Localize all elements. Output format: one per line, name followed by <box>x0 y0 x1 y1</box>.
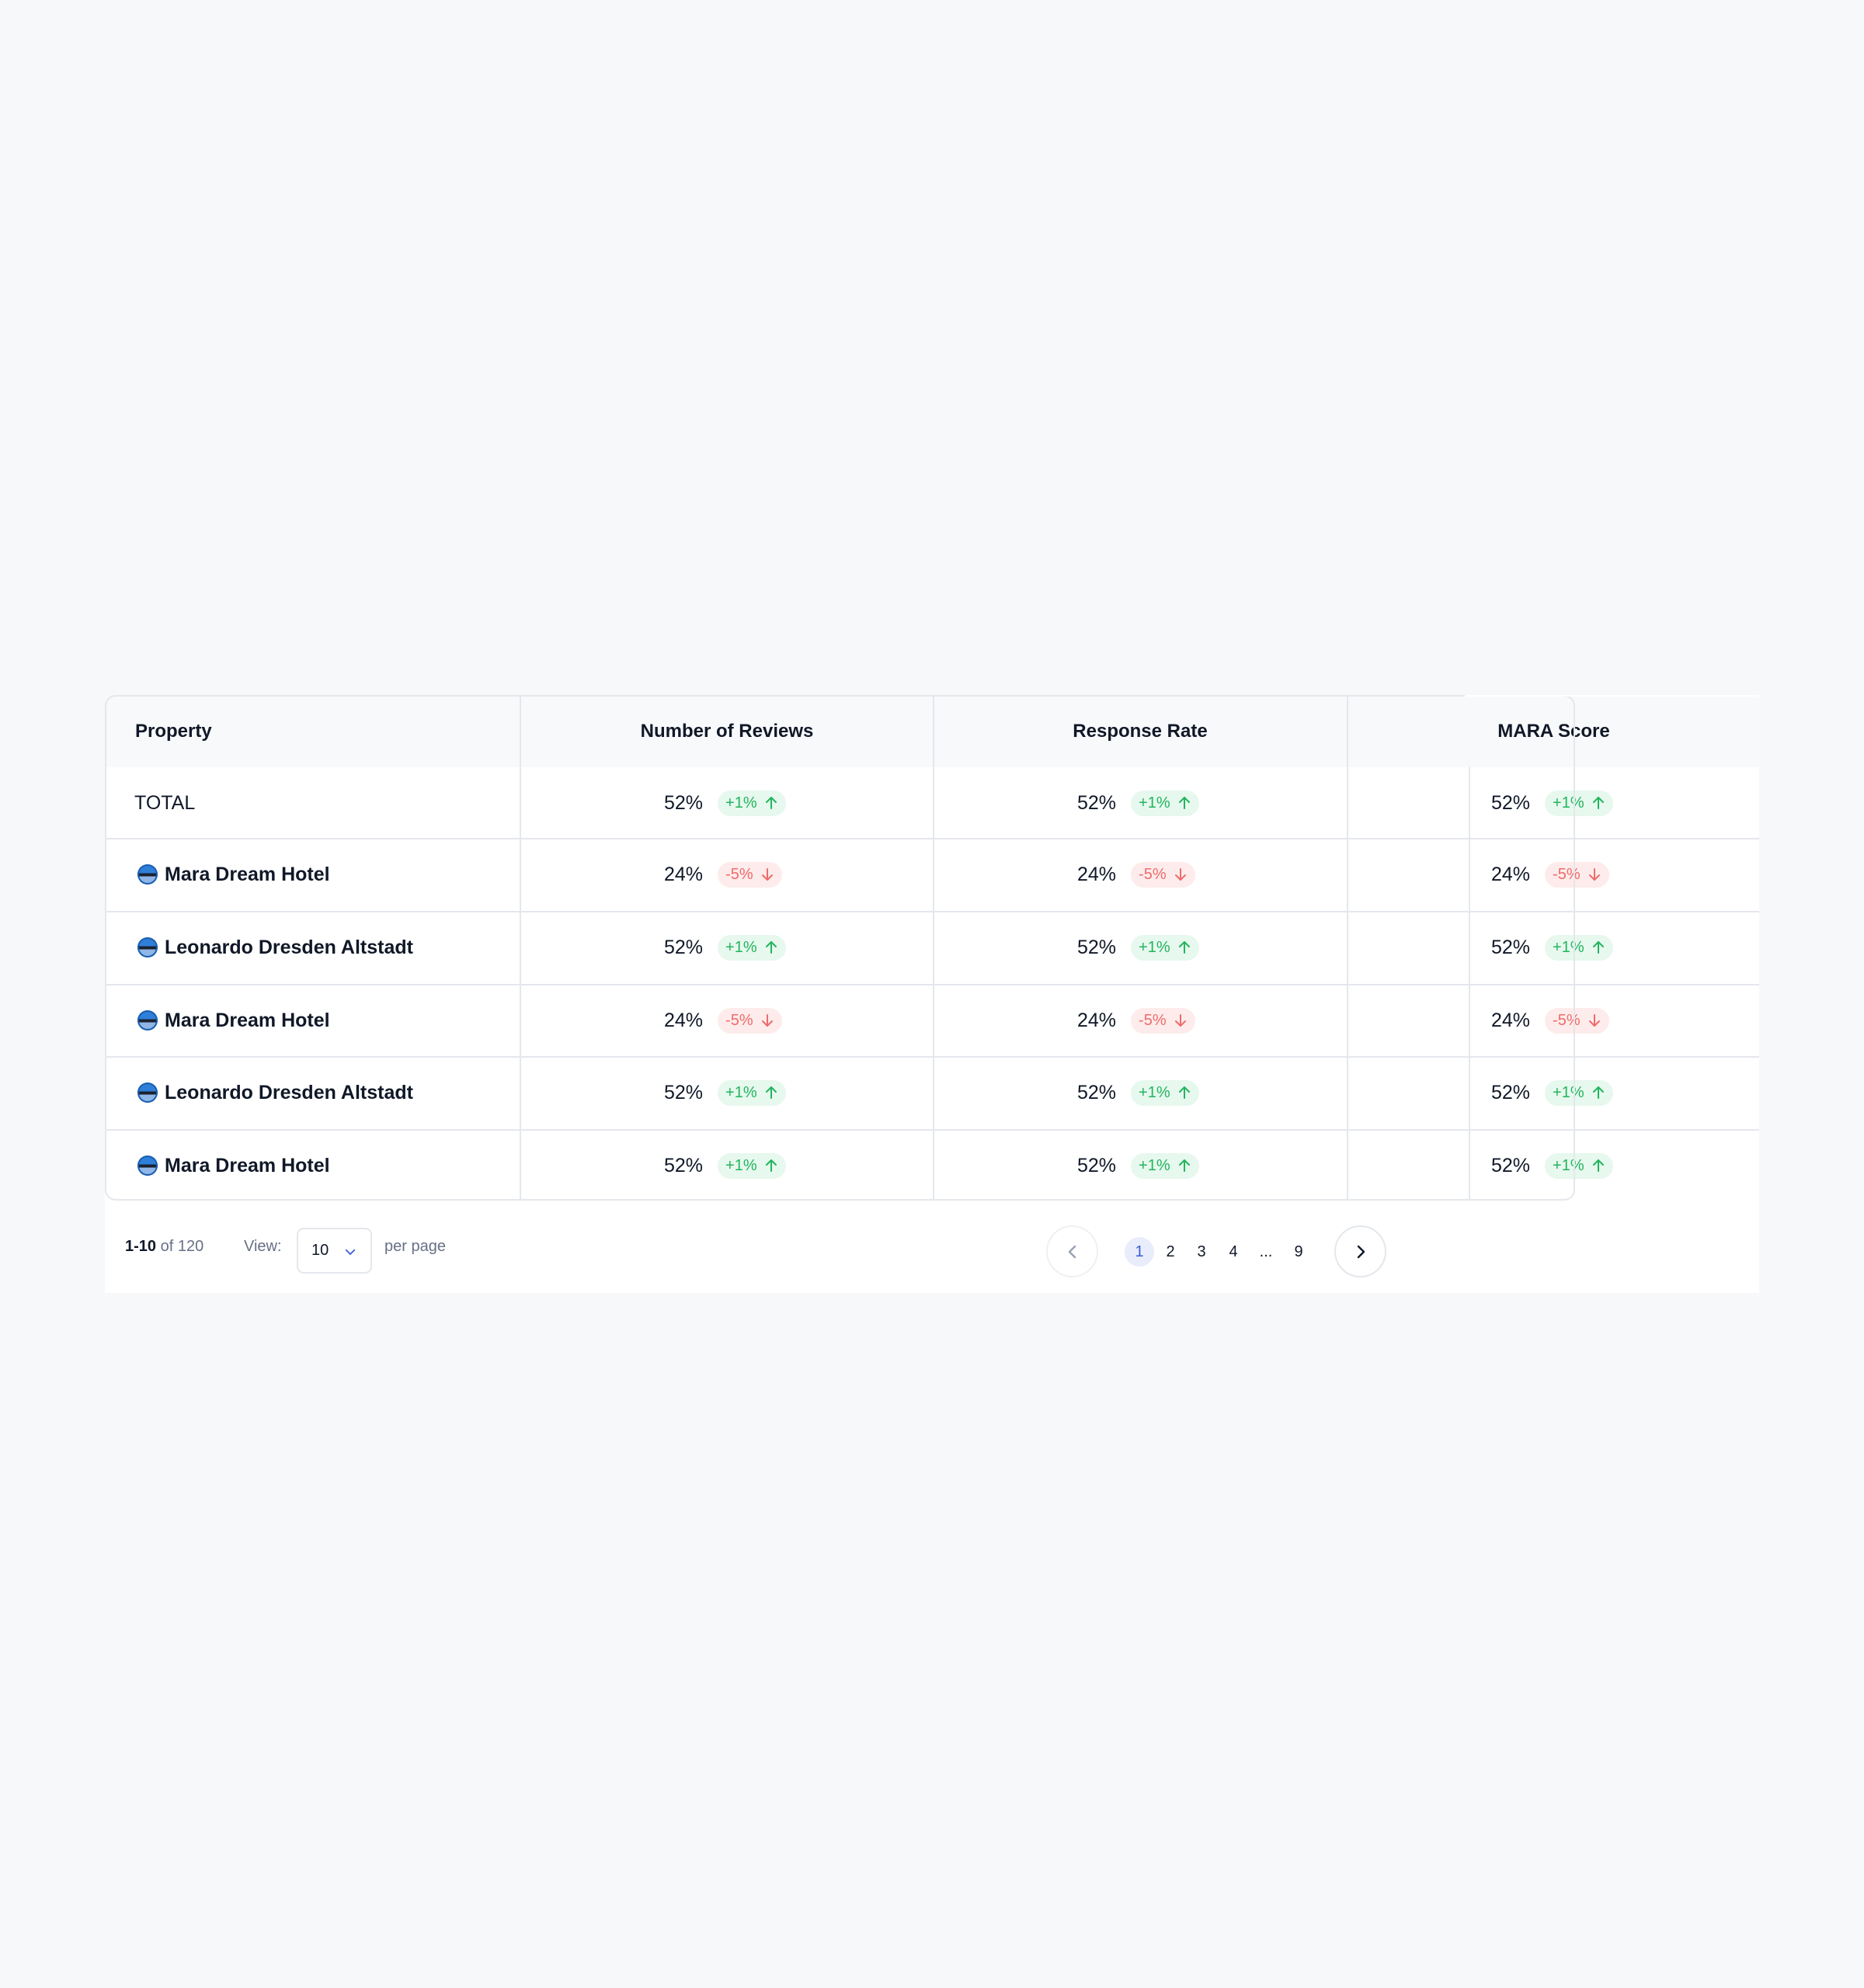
pagination-bar: 1-10 of 120 View: 10 per page 1 2 3 4... 9 <box>105 1201 1759 1293</box>
arrow-up-icon <box>1592 1159 1604 1172</box>
chevron-right-icon <box>1357 1245 1365 1258</box>
page-9-button[interactable]: 9 <box>1284 1237 1313 1267</box>
next-page-button[interactable] <box>1334 1225 1386 1277</box>
results-total: of 120 <box>160 1238 204 1255</box>
page-3-button[interactable]: 3 <box>1187 1237 1216 1267</box>
column-divider <box>933 697 934 1199</box>
results-range: 1-10 of 120 <box>125 1201 203 1293</box>
previous-page-button[interactable] <box>1046 1225 1098 1277</box>
page-1-button[interactable]: 1 <box>1125 1237 1154 1267</box>
column-divider <box>1347 697 1348 1199</box>
page-2-button[interactable]: 2 <box>1156 1237 1185 1267</box>
per-page-select[interactable]: 10 <box>297 1228 372 1274</box>
per-page-value: 10 <box>311 1242 329 1259</box>
page-4-button[interactable]: 4 <box>1219 1237 1248 1267</box>
view-label: View: <box>244 1238 282 1255</box>
arrow-up-icon <box>1592 797 1604 809</box>
arrow-up-icon <box>1592 1086 1604 1099</box>
arrow-up-icon <box>1592 941 1604 954</box>
results-range-value: 1-10 <box>125 1238 157 1255</box>
table-frame <box>105 695 1575 1201</box>
column-divider <box>520 697 521 1199</box>
property-metrics-card: Property Number of Reviews Response Rate… <box>105 695 1759 1293</box>
header-edge <box>1465 695 1759 697</box>
chevron-down-icon <box>345 1249 356 1255</box>
column-divider <box>1469 767 1470 1201</box>
arrow-down-icon <box>1588 868 1600 881</box>
per-page-label: per page <box>384 1238 446 1255</box>
arrow-down-icon <box>1588 1014 1600 1027</box>
chevron-left-icon <box>1068 1245 1076 1258</box>
page-ellipsis: ... <box>1259 1242 1273 1260</box>
